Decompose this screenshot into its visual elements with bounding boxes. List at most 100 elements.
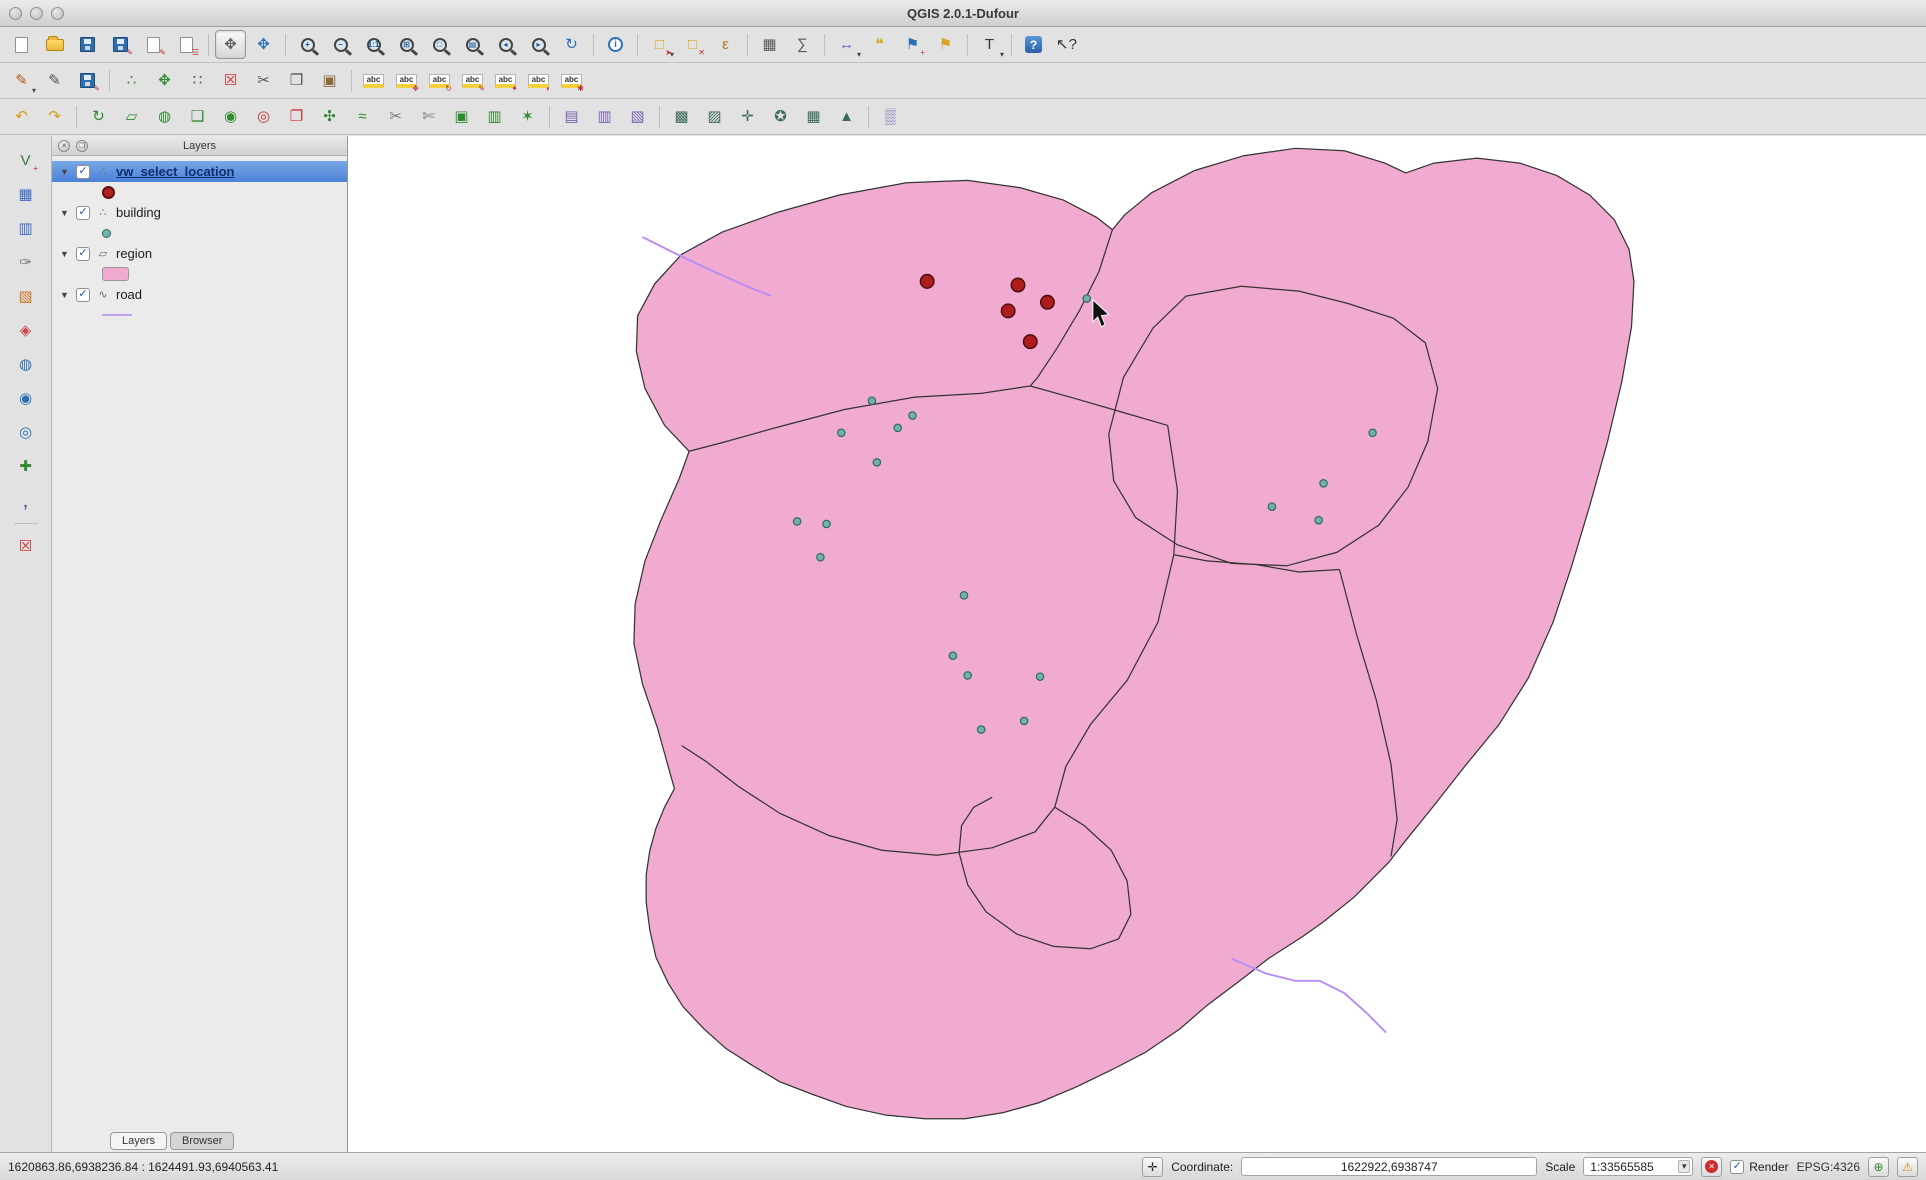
delete-selected-button[interactable]: ☒	[215, 66, 246, 95]
current-edits-dropdown-arrow[interactable]: ▾	[32, 86, 36, 95]
spatial-query-button[interactable]: ▨	[699, 102, 730, 131]
layer-visibility-checkbox[interactable]: ✓	[76, 247, 90, 261]
refresh-map-button[interactable]: ↻	[556, 30, 587, 59]
panel-tab-browser[interactable]: Browser	[170, 1132, 234, 1150]
add-wcs-layer-button[interactable]: ◉	[10, 384, 41, 413]
zoom-to-layer-button[interactable]: ▤	[457, 30, 488, 59]
layer-visibility-checkbox[interactable]: ✓	[76, 206, 90, 220]
add-wfs-layer-button[interactable]: ◎	[10, 418, 41, 447]
cut-features-button[interactable]: ✂	[248, 66, 279, 95]
layer-expand-arrow[interactable]: ▼	[60, 290, 70, 300]
help-contents-button[interactable]: ?	[1018, 30, 1049, 59]
db-manager-button[interactable]: ▤	[556, 102, 587, 131]
undo-button[interactable]: ↶	[6, 102, 37, 131]
simplify-feature-button[interactable]: ▱	[116, 102, 147, 131]
node-tool-button[interactable]: ∷	[182, 66, 213, 95]
panel-tab-layers[interactable]: Layers	[110, 1132, 167, 1150]
select-features-button[interactable]: □➤▾	[644, 30, 675, 59]
delete-ring-button[interactable]: ◎	[248, 102, 279, 131]
map-svg[interactable]	[348, 136, 1926, 1152]
merge-selected-features-button[interactable]: ▣	[446, 102, 477, 131]
zoom-window-button[interactable]	[51, 7, 64, 20]
add-wms-layer-button[interactable]: ◍	[10, 350, 41, 379]
zoom-full-button[interactable]: ⊞	[391, 30, 422, 59]
split-parts-button[interactable]: ✄	[413, 102, 444, 131]
deselect-features-button[interactable]: □✕	[677, 30, 708, 59]
rotate-point-symbols-button[interactable]: ✶	[512, 102, 543, 131]
save-project-button[interactable]	[72, 30, 103, 59]
label-properties-button[interactable]: abc✱	[556, 66, 587, 95]
measure-dropdown-arrow[interactable]: ▾	[857, 50, 861, 59]
rotate-label-button[interactable]: abc↻	[424, 66, 455, 95]
scale-combo[interactable]: 1:33565585 ▾	[1583, 1157, 1693, 1176]
add-spatialite-layer-button[interactable]: ✑	[10, 248, 41, 277]
heatmap-button[interactable]: ▒	[875, 102, 906, 131]
remove-layer-button[interactable]: ☒	[10, 532, 41, 561]
whats-this-button[interactable]: ↖?	[1051, 30, 1082, 59]
change-label-button[interactable]: abc✎	[457, 66, 488, 95]
add-raster-layer-button[interactable]: ▦	[10, 180, 41, 209]
interpolation-button[interactable]: ▦	[798, 102, 829, 131]
log-messages-button[interactable]: ⚠	[1897, 1157, 1918, 1177]
current-edits-button[interactable]: ✎▾	[6, 66, 37, 95]
chevron-down-icon[interactable]: ▾	[1678, 1160, 1690, 1173]
pan-map-button[interactable]: ✥	[215, 30, 246, 59]
save-layer-edits-button[interactable]: ✎	[72, 66, 103, 95]
save-project-as-button[interactable]: ✎	[105, 30, 136, 59]
offset-curve-button[interactable]: ≈	[347, 102, 378, 131]
add-mssql-layer-button[interactable]: ▧	[10, 282, 41, 311]
rotate-feature-button[interactable]: ↻	[83, 102, 114, 131]
layer-item-vw_select_location[interactable]: ▼✓∴vw_select_location	[52, 161, 347, 182]
new-shapefile-layer-button[interactable]: ✚	[10, 452, 41, 481]
zoom-next-button[interactable]: ▸	[523, 30, 554, 59]
raster-terrain-analysis-button[interactable]: ▲	[831, 102, 862, 131]
delete-part-button[interactable]: ❐	[281, 102, 312, 131]
crs-status-button[interactable]: ⊕	[1868, 1157, 1889, 1177]
close-button[interactable]	[9, 7, 22, 20]
field-calculator-button[interactable]: ∑	[787, 30, 818, 59]
toggle-editing-button[interactable]: ✎	[39, 66, 70, 95]
zoom-out-button[interactable]: −	[325, 30, 356, 59]
layer-item-region[interactable]: ▼✓▱region	[52, 243, 347, 264]
add-part-button[interactable]: ❏	[182, 102, 213, 131]
merge-attributes-button[interactable]: ▥	[479, 102, 510, 131]
layer-item-road[interactable]: ▼✓∿road	[52, 284, 347, 305]
select-features-dropdown-arrow[interactable]: ▾	[670, 50, 674, 59]
layer-expand-arrow[interactable]: ▼	[60, 208, 70, 218]
layer-item-building[interactable]: ▼✓∴building	[52, 202, 347, 223]
open-project-button[interactable]	[39, 30, 70, 59]
add-delimited-text-layer-button[interactable]: ,	[10, 486, 41, 515]
paste-features-button[interactable]: ▣	[314, 66, 345, 95]
redo-button[interactable]: ↷	[39, 102, 70, 131]
pin-unpin-labels-button[interactable]: abc✦	[490, 66, 521, 95]
open-attribute-table-button[interactable]: ▦	[754, 30, 785, 59]
minimize-button[interactable]	[30, 7, 43, 20]
add-postgis-layer-button[interactable]: ▥	[10, 214, 41, 243]
measure-button[interactable]: ↔▾	[831, 30, 862, 59]
new-print-composer-button[interactable]: ✎	[138, 30, 169, 59]
new-project-button[interactable]	[6, 30, 37, 59]
layer-visibility-checkbox[interactable]: ✓	[76, 165, 90, 179]
add-vector-layer-button[interactable]: V+	[10, 146, 41, 175]
pan-to-selection-button[interactable]: ✥	[248, 30, 279, 59]
map-tips-button[interactable]: ❝	[864, 30, 895, 59]
show-bookmarks-button[interactable]: ⚑	[930, 30, 961, 59]
text-annotation-dropdown-arrow[interactable]: ▾	[1000, 50, 1004, 59]
map-canvas[interactable]	[348, 136, 1926, 1152]
text-annotation-button[interactable]: T▾	[974, 30, 1005, 59]
stop-render-button[interactable]: ✕	[1701, 1157, 1722, 1177]
add-feature-button[interactable]: ∴	[116, 66, 147, 95]
zoom-to-selection-button[interactable]: □	[424, 30, 455, 59]
zoom-in-button[interactable]: +	[292, 30, 323, 59]
add-ring-button[interactable]: ◍	[149, 102, 180, 131]
copy-features-button[interactable]: ❐	[281, 66, 312, 95]
move-feature-button[interactable]: ✥	[149, 66, 180, 95]
zoom-last-button[interactable]: ◂	[490, 30, 521, 59]
fill-ring-button[interactable]: ◉	[215, 102, 246, 131]
gps-tools-button[interactable]: ✪	[765, 102, 796, 131]
topology-checker-button[interactable]: ▧	[622, 102, 653, 131]
layer-visibility-checkbox[interactable]: ✓	[76, 288, 90, 302]
split-features-button[interactable]: ✂	[380, 102, 411, 131]
coordinate-capture-button[interactable]: ✛	[732, 102, 763, 131]
zoom-native-button[interactable]: 1:1	[358, 30, 389, 59]
